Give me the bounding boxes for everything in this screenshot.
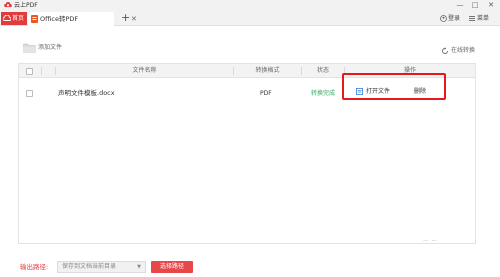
column-header-status: 状态 bbox=[316, 67, 329, 74]
title-bar: 云上PDF — □ ✕ bbox=[0, 0, 500, 11]
row-checkbox[interactable] bbox=[26, 90, 33, 97]
login-button[interactable]: 登录 bbox=[440, 13, 460, 24]
maximize-button[interactable]: □ bbox=[469, 0, 481, 11]
select-all-checkbox[interactable] bbox=[26, 68, 33, 75]
output-path-value: 保存到文档当前目录 bbox=[62, 263, 117, 270]
home-cloud-icon bbox=[3, 15, 11, 21]
menu-button[interactable]: 菜单 bbox=[469, 13, 489, 24]
column-header-filename: 文件名称 bbox=[132, 67, 157, 74]
add-tab-button[interactable]: + bbox=[121, 11, 130, 25]
cloud-pdf-logo-icon bbox=[4, 2, 12, 8]
tab-home-label: 首页 bbox=[12, 15, 25, 22]
app-title: 云上PDF bbox=[14, 2, 38, 9]
menu-icon bbox=[469, 16, 475, 21]
choose-path-button[interactable]: 选择路径 bbox=[151, 261, 193, 273]
status-badge: 转换完成 bbox=[311, 90, 336, 97]
action-highlight-box bbox=[342, 73, 446, 100]
output-path-label: 输出路径: bbox=[20, 263, 49, 271]
user-icon bbox=[440, 15, 447, 22]
tab-office-to-pdf-label: Office转PDF bbox=[40, 15, 79, 23]
refresh-icon bbox=[442, 47, 448, 54]
chevron-down-icon: ▼ bbox=[137, 264, 141, 270]
folder-add-icon bbox=[23, 43, 36, 53]
office-pdf-icon bbox=[31, 15, 38, 23]
horizontal-scroll-indicator[interactable]: — — bbox=[423, 238, 438, 244]
online-convert-button[interactable]: 在线转换 bbox=[441, 46, 475, 55]
tab-home[interactable]: 首页 bbox=[1, 12, 27, 25]
target-format: PDF bbox=[260, 90, 272, 97]
column-divider bbox=[41, 67, 42, 75]
tab-office-to-pdf[interactable]: Office转PDF ✕ bbox=[28, 12, 137, 26]
minimize-button[interactable]: — bbox=[454, 0, 466, 11]
close-window-button[interactable]: ✕ bbox=[485, 0, 497, 11]
file-name: 声明文件模板.docx bbox=[58, 89, 115, 97]
column-header-format: 转换格式 bbox=[255, 67, 280, 74]
tab-close-icon[interactable]: ✕ bbox=[131, 14, 137, 25]
output-path-select[interactable]: 保存到文档当前目录 ▼ bbox=[57, 261, 146, 273]
add-file-button[interactable]: 添加文件 bbox=[23, 43, 62, 53]
tab-bar: 首页 Office转PDF ✕ + 登录 菜单 bbox=[0, 11, 500, 26]
